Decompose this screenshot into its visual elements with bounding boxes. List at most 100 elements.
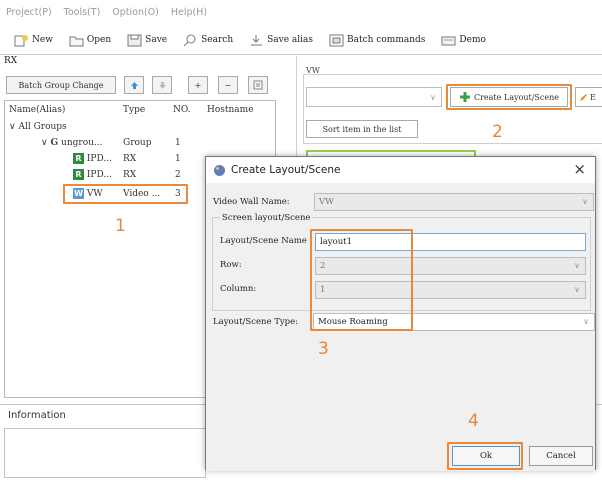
demo-icon <box>441 36 456 45</box>
rx-1-name: IPD... <box>86 154 112 164</box>
vw-name: VW <box>86 189 103 199</box>
demo-label: Demo <box>459 35 486 45</box>
save-button[interactable]: Save <box>127 34 167 47</box>
chevron-down-icon: ∨ <box>430 93 436 102</box>
toolbar-divider <box>0 54 602 55</box>
all-groups-label: All Groups <box>18 122 67 132</box>
create-layout-scene-button[interactable]: Create Layout/Scene <box>450 87 568 107</box>
column-header-type[interactable]: Type <box>123 105 145 115</box>
expand-chevron-icon[interactable]: ∨ <box>41 138 48 148</box>
batch-group-change-button[interactable]: Batch Group Change <box>6 76 116 94</box>
pencil-icon <box>580 93 587 101</box>
edit-button[interactable]: E <box>575 87 602 107</box>
video-wall-name-value: VW <box>319 197 334 207</box>
highlight-box-3 <box>310 229 413 331</box>
tree-item-rx-2[interactable]: R IPD... <box>73 169 112 180</box>
edit-label: E <box>590 92 596 102</box>
annotation-1: 1 <box>115 216 126 236</box>
save-icon <box>127 34 142 46</box>
menu-bar: Project(P) Tools(T) Option(O) Help(H) <box>0 0 602 24</box>
save-alias-label: Save alias <box>267 35 314 45</box>
new-button[interactable]: New <box>14 34 53 47</box>
expand-chevron-icon[interactable]: ∨ <box>9 122 16 132</box>
paint-app-icon <box>214 164 225 176</box>
vw-no: 3 <box>175 189 181 199</box>
menu-option[interactable]: Option(O) <box>112 7 159 18</box>
list-view-button[interactable] <box>248 76 268 94</box>
tree-item-group[interactable]: ∨ G ungrou... <box>41 138 103 148</box>
sort-item-button[interactable]: Sort item in the list <box>306 120 418 138</box>
create-layout-scene-label: Create Layout/Scene <box>473 92 559 102</box>
folder-open-icon <box>69 36 84 46</box>
vw-type: Video ... <box>123 189 161 199</box>
rx-badge-icon: R <box>73 169 84 180</box>
vw-badge-icon: W <box>73 188 84 199</box>
arrow-up-icon <box>130 81 138 89</box>
move-up-button[interactable] <box>124 76 144 94</box>
information-log <box>4 428 206 478</box>
download-icon <box>251 34 263 45</box>
remove-button[interactable]: − <box>218 76 238 94</box>
chevron-down-icon: ∨ <box>574 285 580 294</box>
create-layout-scene-dialog: Create Layout/Scene × Video Wall Name: V… <box>205 156 596 471</box>
annotation-2: 2 <box>492 122 503 142</box>
chevron-down-icon: ∨ <box>583 317 589 326</box>
rx-1-type: RX <box>123 154 137 164</box>
batch-commands-label: Batch commands <box>347 35 426 45</box>
rx-1-no: 1 <box>175 154 181 164</box>
new-icon <box>14 34 28 46</box>
menu-project[interactable]: Project(P) <box>6 7 52 18</box>
menu-tools[interactable]: Tools(T) <box>64 7 101 18</box>
column-label: Column: <box>220 284 257 294</box>
search-icon <box>183 34 196 46</box>
tree-item-vw[interactable]: W VW <box>73 188 103 199</box>
add-button[interactable]: + <box>188 76 208 94</box>
chevron-down-icon: ∨ <box>582 197 588 206</box>
ok-button[interactable]: Ok <box>452 446 520 466</box>
chevron-down-icon: ∨ <box>574 261 580 270</box>
rx-badge-icon: R <box>73 153 84 164</box>
arrow-down-icon <box>158 81 166 89</box>
column-header-name[interactable]: Name(Alias) <box>9 105 65 115</box>
rx-panel-title: RX <box>4 56 18 66</box>
save-alias-button[interactable]: Save alias <box>249 34 313 47</box>
information-title: Information <box>8 410 66 421</box>
demo-button[interactable]: Demo <box>441 34 486 47</box>
open-label: Open <box>86 35 112 45</box>
rx-2-no: 2 <box>175 170 181 180</box>
screen-layout-group-label: Screen layout/Scene <box>220 213 313 223</box>
dialog-body: Video Wall Name: VW ∨ Screen layout/Scen… <box>206 183 595 471</box>
video-wall-name-label: Video Wall Name: <box>213 197 290 207</box>
group-no: 1 <box>175 138 181 148</box>
open-button[interactable]: Open <box>69 34 111 47</box>
rx-2-type: RX <box>123 170 137 180</box>
rx-2-name: IPD... <box>86 170 112 180</box>
row-label: Row: <box>220 260 242 270</box>
save-label: Save <box>145 35 168 45</box>
tree-item-all-groups[interactable]: ∨ All Groups <box>9 122 67 132</box>
search-button[interactable]: Search <box>183 34 233 47</box>
tree-item-rx-1[interactable]: R IPD... <box>73 153 112 164</box>
annotation-3: 3 <box>318 339 329 359</box>
close-icon[interactable]: × <box>573 160 586 178</box>
group-badge-icon: G <box>50 138 59 148</box>
layout-type-label: Layout/Scene Type: <box>213 317 299 327</box>
column-header-hostname[interactable]: Hostname <box>207 105 254 115</box>
dialog-title-bar: Create Layout/Scene × <box>206 157 595 183</box>
vw-layout-select[interactable]: ∨ <box>306 87 442 107</box>
cancel-button[interactable]: Cancel <box>529 446 593 466</box>
group-name: ungrou... <box>61 138 103 148</box>
batch-icon <box>329 34 344 46</box>
dialog-title: Create Layout/Scene <box>231 164 341 176</box>
menu-help[interactable]: Help(H) <box>171 7 207 18</box>
plus-icon <box>459 92 470 102</box>
move-down-button[interactable] <box>152 76 172 94</box>
column-header-no[interactable]: NO. <box>173 105 191 115</box>
batch-commands-button[interactable]: Batch commands <box>329 34 425 47</box>
annotation-4: 4 <box>468 411 479 431</box>
search-label: Search <box>201 35 234 45</box>
layout-name-label: Layout/Scene Name <box>220 236 307 246</box>
list-icon <box>253 80 263 90</box>
toolbar: New Open Save Search Save alias Batch co… <box>0 26 602 54</box>
video-wall-name-field: VW ∨ <box>314 193 594 211</box>
